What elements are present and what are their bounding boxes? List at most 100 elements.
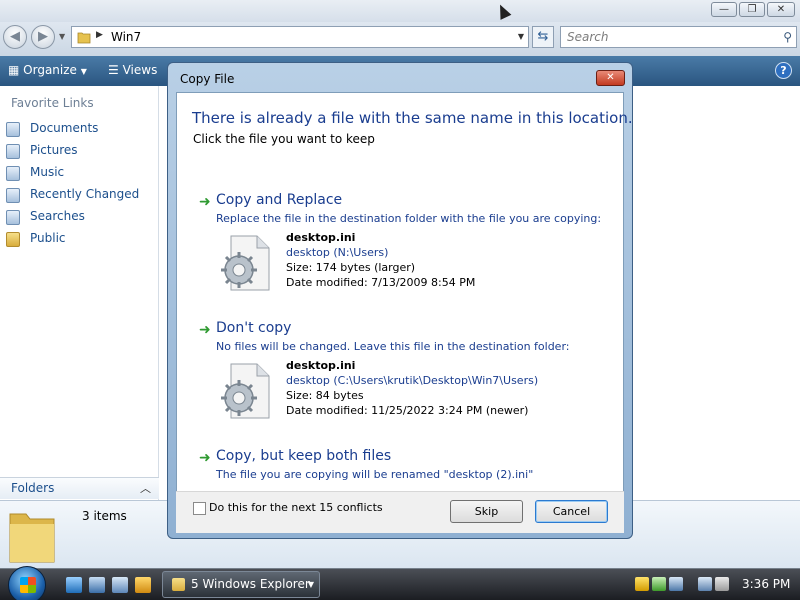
sidebar-item-pictures[interactable]: Pictures	[6, 142, 156, 162]
file-size: Size: 84 bytes	[286, 389, 364, 402]
music-icon	[6, 166, 20, 181]
favorite-links-heading: Favorite Links	[11, 96, 94, 110]
folder-icon	[77, 32, 91, 44]
address-dropdown-icon[interactable]: ▼	[518, 32, 524, 41]
cancel-button[interactable]: Cancel	[535, 500, 608, 523]
start-button[interactable]	[8, 566, 46, 600]
chevron-down-icon: ▼	[80, 67, 87, 76]
volume-muted-icon[interactable]	[715, 577, 729, 591]
media-player-icon[interactable]	[135, 577, 151, 593]
views-icon: ☰	[108, 63, 119, 77]
views-label: Views	[122, 63, 158, 77]
sidebar-item-searches[interactable]: Searches	[6, 208, 156, 228]
dialog-subheading: Click the file you want to keep	[193, 132, 375, 146]
folder-icon	[6, 232, 20, 247]
skip-button[interactable]: Skip	[450, 500, 523, 523]
search-box[interactable]: Search ⚲	[560, 26, 797, 48]
refresh-button[interactable]: ⇆	[532, 26, 554, 48]
folder-icon	[172, 578, 185, 591]
option-description: No files will be changed. Leave this fil…	[216, 340, 570, 353]
file-date: Date modified: 11/25/2022 3:24 PM (newer…	[286, 404, 529, 417]
back-button[interactable]: ◀	[3, 25, 27, 49]
file-path: desktop (N:\Users)	[286, 246, 389, 259]
copy-file-dialog: Copy File ✕ There is already a file with…	[167, 62, 633, 539]
search-input[interactable]: Search	[567, 30, 609, 44]
network-icon[interactable]	[669, 577, 683, 591]
views-button[interactable]: ☰ Views	[108, 63, 157, 77]
file-name: desktop.ini	[286, 359, 356, 372]
item-count: 3 items	[82, 509, 127, 523]
chevron-up-icon: ︿	[140, 482, 151, 495]
show-desktop-icon[interactable]	[89, 577, 105, 593]
taskbar-explorer-group[interactable]: 5 Windows Explorer ▼	[162, 571, 320, 598]
security-shield-icon[interactable]	[635, 577, 649, 591]
organize-label: Organize	[23, 63, 77, 77]
option-description: The file you are copying will be renamed…	[216, 468, 534, 481]
address-bar[interactable]: ▶ Win7 ▼	[71, 26, 529, 48]
file-size: Size: 174 bytes (larger)	[286, 261, 416, 274]
taskbar-item-label: 5 Windows Explorer	[191, 577, 310, 591]
green-arrow-icon: ➜	[199, 450, 211, 466]
breadcrumb-arrow-icon: ▶	[96, 30, 103, 40]
address-path[interactable]: Win7	[111, 30, 141, 44]
taskbar: 5 Windows Explorer ▼ 3:36 PM	[0, 566, 800, 600]
documents-icon	[6, 122, 20, 137]
green-arrow-icon: ➜	[199, 322, 211, 338]
navigation-pane: Favorite Links Documents Pictures Music …	[0, 86, 159, 501]
forward-button[interactable]: ▶	[31, 25, 55, 49]
search-icon[interactable]: ⚲	[783, 30, 792, 44]
help-icon[interactable]: ?	[775, 62, 792, 79]
internet-explorer-icon[interactable]	[66, 577, 82, 593]
sidebar-item-label: Pictures	[30, 143, 78, 157]
address-row: ◀ ▶ ▼ ▶ Win7 ▼ ⇆ Search ⚲	[0, 22, 800, 56]
close-button[interactable]: ✕	[767, 2, 795, 17]
display-icon[interactable]	[698, 577, 712, 591]
sidebar-item-label: Searches	[30, 209, 85, 223]
arrow-left-icon: ◀	[10, 29, 20, 44]
conflicts-checkbox-label[interactable]: Do this for the next 15 conflicts	[209, 501, 383, 514]
sidebar-item-music[interactable]: Music	[6, 164, 156, 184]
sidebar-item-documents[interactable]: Documents	[6, 120, 156, 140]
dialog-heading: There is already a file with the same na…	[192, 109, 633, 127]
dialog-content: There is already a file with the same na…	[176, 92, 633, 532]
file-path: desktop (C:\Users\krutik\Desktop\Win7\Us…	[286, 374, 539, 387]
clock[interactable]: 3:36 PM	[742, 577, 790, 591]
option-title[interactable]: Copy, but keep both files	[216, 448, 391, 464]
sidebar-item-label: Public	[30, 231, 66, 245]
refresh-icon: ⇆	[537, 29, 549, 44]
organize-button[interactable]: ▦ Organize ▼	[8, 63, 87, 77]
file-date: Date modified: 7/13/2009 8:54 PM	[286, 276, 476, 289]
searches-icon	[6, 210, 20, 225]
green-arrow-icon: ➜	[199, 194, 211, 210]
chevron-down-icon: ▼	[307, 580, 314, 589]
title-bar: — ❐ ✕	[0, 0, 800, 22]
folders-label: Folders	[11, 481, 55, 495]
maximize-button[interactable]: ❐	[739, 2, 765, 17]
dialog-close-button[interactable]: ✕	[596, 70, 625, 86]
sidebar-item-label: Music	[30, 165, 65, 179]
folders-toggle[interactable]: Folders ︿	[0, 477, 159, 499]
dialog-title: Copy File	[180, 72, 235, 86]
minimize-button[interactable]: —	[711, 2, 737, 17]
pictures-icon	[6, 144, 20, 159]
windows-logo-icon	[20, 577, 36, 593]
sidebar-item-public[interactable]: Public	[6, 230, 156, 250]
dialog-footer: Do this for the next 15 conflicts Skip C…	[176, 491, 624, 533]
option-title[interactable]: Don't copy	[216, 320, 291, 336]
recent-pages-chevron-icon[interactable]: ▼	[59, 32, 65, 41]
sidebar-item-label: Recently Changed	[30, 187, 140, 201]
option-title[interactable]: Copy and Replace	[216, 192, 342, 208]
sidebar-item-label: Documents	[30, 121, 99, 135]
folder-icon	[9, 513, 55, 563]
switch-windows-icon[interactable]	[112, 577, 128, 593]
close-icon: ✕	[606, 72, 615, 83]
recently-changed-icon	[6, 188, 20, 203]
conflicts-checkbox[interactable]	[193, 502, 206, 515]
option-description: Replace the file in the destination fold…	[216, 212, 602, 225]
checkmark-icon[interactable]	[652, 577, 666, 591]
sidebar-item-recently-changed[interactable]: Recently Changed	[6, 186, 156, 206]
settings-file-icon	[221, 235, 270, 291]
settings-file-icon	[221, 363, 270, 419]
file-name: desktop.ini	[286, 231, 356, 244]
organize-icon: ▦	[8, 63, 20, 77]
